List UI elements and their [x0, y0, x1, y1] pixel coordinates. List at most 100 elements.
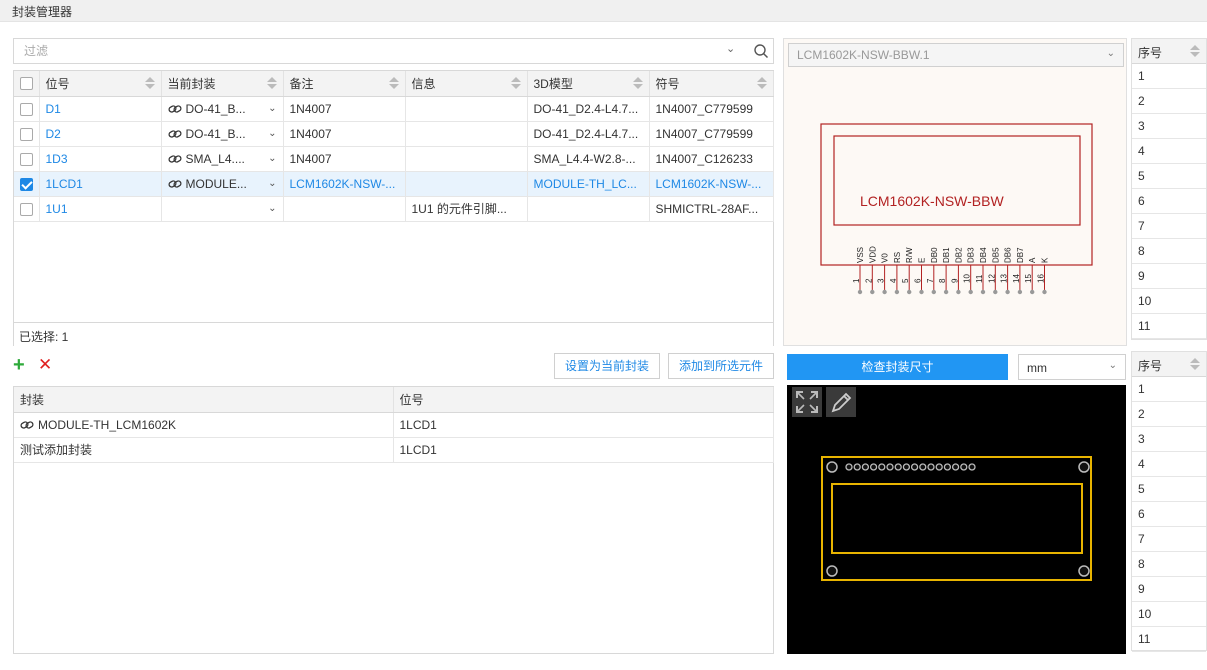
check-footprint-size-button[interactable]: 检查封装尺寸 — [787, 354, 1008, 380]
designator-cell: 1LCD1 — [393, 437, 774, 463]
table-row[interactable]: 1U1 ⌄ 1U1 的元件引脚... SHMICTRL-28AF... — [14, 196, 774, 222]
add-icon[interactable]: + — [13, 355, 25, 375]
note-cell: 1N4007 — [283, 121, 406, 147]
symbol-pin: DB7 14 — [1012, 247, 1025, 295]
pcb-footprint-drawing — [821, 456, 1092, 581]
symbol-pin: R/W 5 — [901, 247, 914, 295]
info-cell: 1U1 的元件引脚... — [405, 196, 528, 222]
pcb-pad — [951, 463, 960, 471]
sequence-row[interactable]: 9 — [1132, 264, 1206, 289]
select-all-checkbox[interactable] — [20, 77, 33, 91]
footprint-select[interactable]: MODULE... ⌄ — [161, 171, 284, 197]
column-header[interactable]: 封装 — [14, 387, 394, 413]
designator-link[interactable]: 1D3 — [39, 146, 162, 172]
sequence-row[interactable]: 4 — [1132, 452, 1206, 477]
designator-link[interactable]: 1U1 — [39, 196, 162, 222]
sequence-row[interactable]: 1 — [1132, 377, 1206, 402]
sequence-row[interactable]: 3 — [1132, 427, 1206, 452]
pcb-pad — [886, 463, 894, 471]
column-header[interactable]: 当前封装 — [161, 71, 284, 97]
symbol-selector[interactable]: LCM1602K-NSW-BBW.1 ⌄ — [788, 43, 1124, 67]
table-row[interactable]: 1D3 SMA_L4.... ⌄ 1N4007 SMA_L4.4-W2.8-... 1N4… — [14, 146, 774, 172]
add-to-selected-button[interactable]: 添加到所选元件 — [668, 353, 775, 379]
row-checkbox[interactable] — [20, 127, 33, 141]
sequence-row[interactable]: 6 — [1132, 502, 1206, 527]
info-cell — [405, 96, 528, 122]
sequence-row[interactable]: 11 — [1132, 627, 1206, 652]
pin-number: 7 — [926, 278, 935, 283]
symbol-cell: SHMICTRL-28AF... — [649, 196, 774, 222]
sort-icon[interactable] — [266, 77, 277, 89]
symbol-pin: V0 3 — [877, 253, 890, 295]
sequence-row[interactable]: 1 — [1132, 64, 1206, 89]
designator-link[interactable]: 1LCD1 — [39, 171, 162, 197]
chevron-down-icon: ⌄ — [268, 153, 277, 164]
footprint-name-cell: 测试添加封装 — [14, 437, 394, 463]
footprint-select[interactable]: DO-41_B... ⌄ — [161, 121, 284, 147]
info-cell — [405, 171, 528, 197]
footprint-select[interactable]: SMA_L4.... ⌄ — [161, 146, 284, 172]
sequence-row[interactable]: 5 — [1132, 164, 1206, 189]
designator-link[interactable]: D1 — [39, 96, 162, 122]
sort-icon[interactable] — [510, 77, 521, 89]
pin-name: R/W — [905, 247, 914, 263]
table-row[interactable]: MODULE-TH_LCM1602K 1LCD1 — [14, 412, 774, 438]
symbol-part-name: LCM1602K-NSW-BBW — [860, 193, 1004, 209]
sort-icon[interactable] — [1190, 358, 1200, 370]
table-row[interactable]: 测试添加封装 1LCD1 — [14, 437, 774, 463]
chevron-down-icon: ⌄ — [268, 178, 277, 189]
delete-icon[interactable]: ✕ — [38, 356, 52, 374]
note-cell: LCM1602K-NSW-... — [283, 171, 406, 197]
sequence-row[interactable]: 6 — [1132, 189, 1206, 214]
sequence-row[interactable]: 7 — [1132, 527, 1206, 552]
sequence-header[interactable]: 序号 — [1138, 359, 1162, 373]
sequence-row[interactable]: 4 — [1132, 139, 1206, 164]
pcb-pad — [861, 463, 870, 471]
sort-icon[interactable] — [388, 77, 399, 89]
sequence-row[interactable]: 8 — [1132, 552, 1206, 577]
sequence-header[interactable]: 序号 — [1138, 46, 1162, 60]
footprint-select[interactable]: DO-41_B... ⌄ — [161, 96, 284, 122]
column-header[interactable]: 3D模型 — [527, 71, 650, 97]
sequence-row[interactable]: 2 — [1132, 89, 1206, 114]
set-current-footprint-button[interactable]: 设置为当前封装 — [554, 353, 661, 379]
column-header[interactable]: 位号 — [393, 387, 774, 413]
sequence-row[interactable]: 10 — [1132, 602, 1206, 627]
sequence-row[interactable]: 3 — [1132, 114, 1206, 139]
sequence-row[interactable]: 9 — [1132, 577, 1206, 602]
search-icon[interactable] — [753, 43, 769, 59]
sequence-row[interactable]: 8 — [1132, 239, 1206, 264]
footprint-select[interactable]: ⌄ — [161, 196, 284, 222]
pcb-pad — [927, 463, 935, 471]
row-checkbox[interactable] — [20, 102, 33, 116]
designator-link[interactable]: D2 — [39, 121, 162, 147]
sequence-row[interactable]: 11 — [1132, 314, 1206, 339]
sort-icon[interactable] — [1190, 45, 1200, 57]
table-row[interactable]: D1 DO-41_B... ⌄ 1N4007 DO-41_D2.4-L4.7... 1N4… — [14, 96, 774, 122]
row-checkbox[interactable] — [20, 152, 33, 166]
column-header[interactable]: 位号 — [39, 71, 162, 97]
column-header[interactable]: 备注 — [283, 71, 406, 97]
empty-row — [14, 221, 773, 246]
pcb-pad — [894, 463, 902, 471]
chevron-down-icon[interactable]: ⌄ — [726, 42, 735, 55]
sequence-row[interactable]: 10 — [1132, 289, 1206, 314]
sequence-row[interactable]: 5 — [1132, 477, 1206, 502]
pin-number: 16 — [1037, 274, 1046, 283]
column-header[interactable]: 信息 — [405, 71, 528, 97]
table-row[interactable]: 1LCD1 MODULE... ⌄ LCM1602K-NSW-... MODULE-TH… — [14, 171, 774, 197]
pin-number: 2 — [864, 278, 873, 283]
sequence-row[interactable]: 7 — [1132, 214, 1206, 239]
filter-input[interactable] — [14, 39, 714, 63]
row-checkbox[interactable] — [20, 177, 33, 191]
components-table: 位号 当前封装 备注 信息 3D模型 符号 D1 DO-41_B... ⌄ 1N400… — [14, 71, 774, 321]
sort-icon[interactable] — [756, 77, 767, 89]
sort-icon[interactable] — [144, 77, 155, 89]
table-row[interactable]: D2 DO-41_B... ⌄ 1N4007 DO-41_D2.4-L4.7... 1N4… — [14, 121, 774, 147]
sequence-row[interactable]: 2 — [1132, 402, 1206, 427]
sort-icon[interactable] — [632, 77, 643, 89]
unit-select[interactable]: mm ⌄ — [1018, 354, 1126, 380]
row-checkbox[interactable] — [20, 202, 33, 216]
note-cell — [283, 196, 406, 222]
column-header[interactable]: 符号 — [649, 71, 774, 97]
